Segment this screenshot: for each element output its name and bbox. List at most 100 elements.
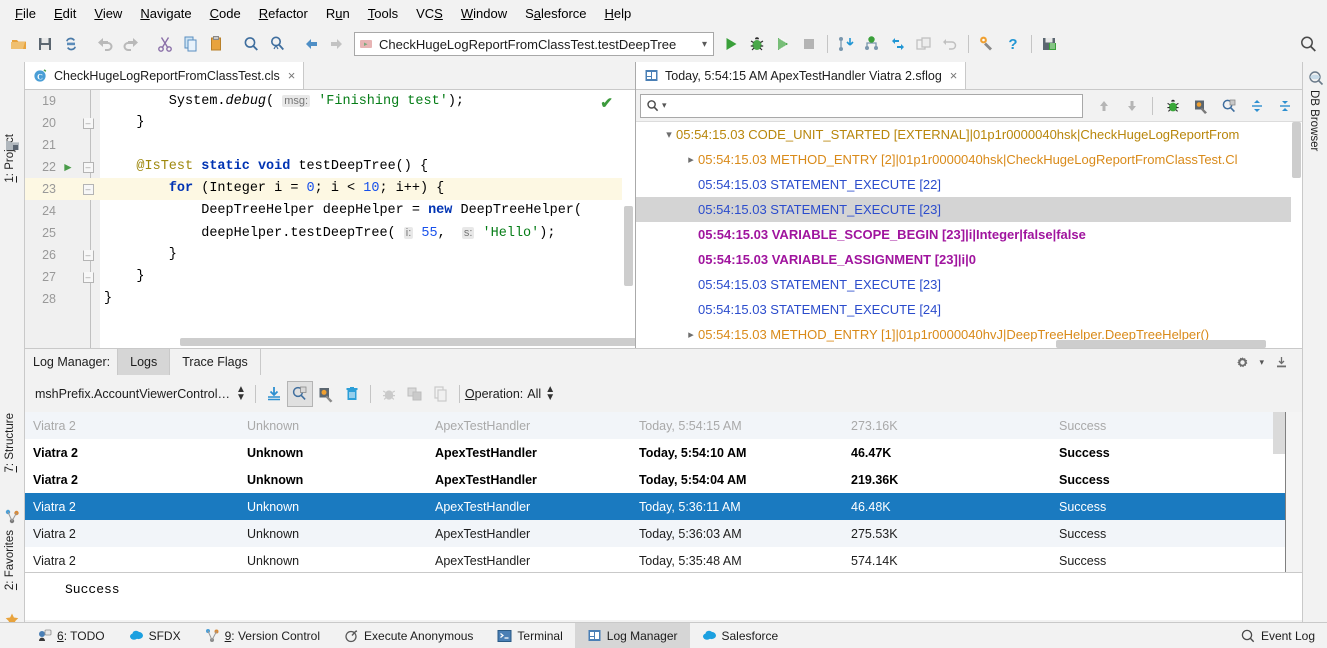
- debug-level-selector[interactable]: mshPrefix.AccountViewerControl… ▲ ▼: [31, 384, 250, 404]
- collapse-all-icon[interactable]: [1272, 93, 1298, 119]
- menu-item-window[interactable]: Window: [452, 3, 516, 24]
- status-item-execute-anonymous[interactable]: Execute Anonymous: [332, 623, 485, 648]
- help-icon[interactable]: ?: [1000, 31, 1026, 57]
- replace-icon[interactable]: [264, 31, 290, 57]
- scrollbar-thumb[interactable]: [1292, 122, 1301, 178]
- twisty-expanded-icon[interactable]: ▾: [662, 128, 676, 141]
- search-text-field[interactable]: [669, 97, 1077, 114]
- update-project-icon[interactable]: [833, 31, 859, 57]
- stepper-icon[interactable]: ▲ ▼: [236, 384, 246, 402]
- menu-item-edit[interactable]: Edit: [45, 3, 85, 24]
- fold-column[interactable]: –: [77, 117, 99, 129]
- sidebar-item-structure[interactable]: 7: Structure: [4, 413, 16, 472]
- fold-open-icon[interactable]: –: [82, 161, 94, 173]
- stepper-icon[interactable]: ▲ ▼: [545, 384, 555, 402]
- tree-node[interactable]: ▸ 05:54:15.03 METHOD_ENTRY [2]|01p1r0000…: [636, 147, 1302, 172]
- chevron-down-icon[interactable]: ▾: [1259, 357, 1264, 368]
- scrollbar-thumb[interactable]: [624, 206, 633, 286]
- twisty-collapsed-icon[interactable]: ▸: [684, 328, 698, 341]
- fold-column[interactable]: –: [77, 249, 99, 261]
- sidebar-item-db-browser[interactable]: DB Browser: [1308, 90, 1320, 151]
- tab-logs[interactable]: Logs: [117, 349, 171, 375]
- sidebar-item-favorites[interactable]: 2: Favorites: [4, 530, 16, 590]
- code-text-column[interactable]: System.debug( msg: 'Finishing test'); } …: [100, 90, 635, 348]
- open-folder-icon[interactable]: [6, 31, 32, 57]
- fold-open-icon[interactable]: –: [82, 183, 94, 195]
- rollback-icon[interactable]: [937, 31, 963, 57]
- fold-column[interactable]: –: [77, 271, 99, 283]
- download-logs-icon[interactable]: [261, 381, 287, 407]
- search-log-icon[interactable]: [1216, 93, 1242, 119]
- log-table[interactable]: Viatra 2 Unknown ApexTestHandler Today, …: [25, 412, 1302, 572]
- fold-end-icon[interactable]: –: [82, 271, 94, 283]
- run-icon[interactable]: [718, 31, 744, 57]
- scrollbar-thumb[interactable]: [1273, 412, 1285, 454]
- log-event-tree[interactable]: ▾ 05:54:15.03 CODE_UNIT_STARTED [EXTERNA…: [636, 122, 1302, 348]
- debug-filter-icon[interactable]: [1160, 93, 1186, 119]
- settings-log-icon[interactable]: [313, 381, 339, 407]
- log-tree-vertical-scrollbar[interactable]: [1291, 122, 1302, 348]
- table-row[interactable]: Viatra 2 Unknown ApexTestHandler Today, …: [25, 466, 1302, 493]
- run-configuration-selector[interactable]: CheckHugeLogReportFromClassTest.testDeep…: [354, 32, 714, 56]
- tree-node[interactable]: 05:54:15.03 VARIABLE_ASSIGNMENT [23]|i|0: [636, 247, 1302, 272]
- menu-item-refactor[interactable]: Refactor: [250, 3, 317, 24]
- sfdx-deploy-icon[interactable]: [1037, 31, 1063, 57]
- paste-icon[interactable]: [204, 31, 230, 57]
- gear-icon[interactable]: [1229, 349, 1255, 375]
- table-row[interactable]: Viatra 2 Unknown ApexTestHandler Today, …: [25, 412, 1302, 439]
- undo-icon[interactable]: [92, 31, 118, 57]
- tree-node[interactable]: ▾ 05:54:15.03 CODE_UNIT_STARTED [EXTERNA…: [636, 122, 1302, 147]
- commit-icon[interactable]: [859, 31, 885, 57]
- expand-all-icon[interactable]: [1244, 93, 1270, 119]
- chevron-down-icon[interactable]: ▾: [692, 39, 707, 50]
- table-row[interactable]: Viatra 2 Unknown ApexTestHandler Today, …: [25, 547, 1302, 572]
- fold-end-icon[interactable]: –: [82, 249, 94, 261]
- table-row[interactable]: Viatra 2 Unknown ApexTestHandler Today, …: [25, 520, 1302, 547]
- save-all-icon[interactable]: [32, 31, 58, 57]
- menu-item-run[interactable]: Run: [317, 3, 359, 24]
- gutter-run-test-marker[interactable]: ►: [59, 160, 77, 174]
- settings-wrench-icon[interactable]: [974, 31, 1000, 57]
- table-row[interactable]: Viatra 2 Unknown ApexTestHandler Today, …: [25, 439, 1302, 466]
- log-table-vertical-scrollbar[interactable]: [1273, 412, 1285, 572]
- search-log-icon[interactable]: [286, 380, 313, 407]
- menu-item-tools[interactable]: Tools: [359, 3, 407, 24]
- menu-item-vcs[interactable]: VCS: [407, 3, 452, 24]
- log-tree-horizontal-scrollbar-thumb[interactable]: [1056, 340, 1266, 348]
- tree-node-selected[interactable]: 05:54:15.03 STATEMENT_EXECUTE [23]: [636, 197, 1302, 222]
- editor-tab-apex-class[interactable]: C CheckHugeLogReportFromClassTest.cls ×: [25, 62, 305, 89]
- fold-column[interactable]: –: [77, 161, 99, 173]
- next-occurrence-icon[interactable]: [1119, 93, 1145, 119]
- search-everywhere-icon[interactable]: [1295, 31, 1321, 57]
- sync-icon[interactable]: [58, 31, 84, 57]
- copy-icon[interactable]: [178, 31, 204, 57]
- chevron-down-icon[interactable]: ▾: [662, 100, 667, 111]
- back-icon[interactable]: [298, 31, 324, 57]
- stop-icon[interactable]: [796, 31, 822, 57]
- status-item-log-manager[interactable]: Log Manager: [574, 623, 690, 648]
- editor-vertical-scrollbar[interactable]: [622, 90, 635, 348]
- compare-icon[interactable]: [911, 31, 937, 57]
- status-item-terminal[interactable]: Terminal: [485, 623, 574, 648]
- status-item-version-control[interactable]: 9: Version Control: [193, 623, 332, 648]
- scrollbar-thumb[interactable]: [180, 338, 635, 346]
- status-item-event-log[interactable]: Event Log: [1228, 623, 1327, 648]
- cut-icon[interactable]: [152, 31, 178, 57]
- menu-item-navigate[interactable]: Navigate: [131, 3, 200, 24]
- close-icon[interactable]: ×: [288, 68, 296, 83]
- close-icon[interactable]: ×: [950, 68, 958, 83]
- status-item-salesforce[interactable]: Salesforce: [690, 623, 791, 648]
- push-icon[interactable]: [885, 31, 911, 57]
- operation-filter[interactable]: Operation: All ▲ ▼: [465, 384, 555, 402]
- editor-horizontal-scrollbar[interactable]: [100, 337, 635, 348]
- forward-icon[interactable]: [324, 31, 350, 57]
- tab-trace-flags[interactable]: Trace Flags: [169, 349, 261, 375]
- menu-item-file[interactable]: File: [6, 3, 45, 24]
- menu-item-code[interactable]: Code: [201, 3, 250, 24]
- status-item-todo[interactable]: 6: TODO: [25, 623, 117, 648]
- tree-node[interactable]: 05:54:15.03 STATEMENT_EXECUTE [23]: [636, 272, 1302, 297]
- find-icon[interactable]: [238, 31, 264, 57]
- editor-gutter[interactable]: 19 20 – 21 22 ► – 23 – 24 25 26 – 27 – 2…: [25, 90, 100, 348]
- menu-item-view[interactable]: View: [85, 3, 131, 24]
- delete-icon[interactable]: [339, 381, 365, 407]
